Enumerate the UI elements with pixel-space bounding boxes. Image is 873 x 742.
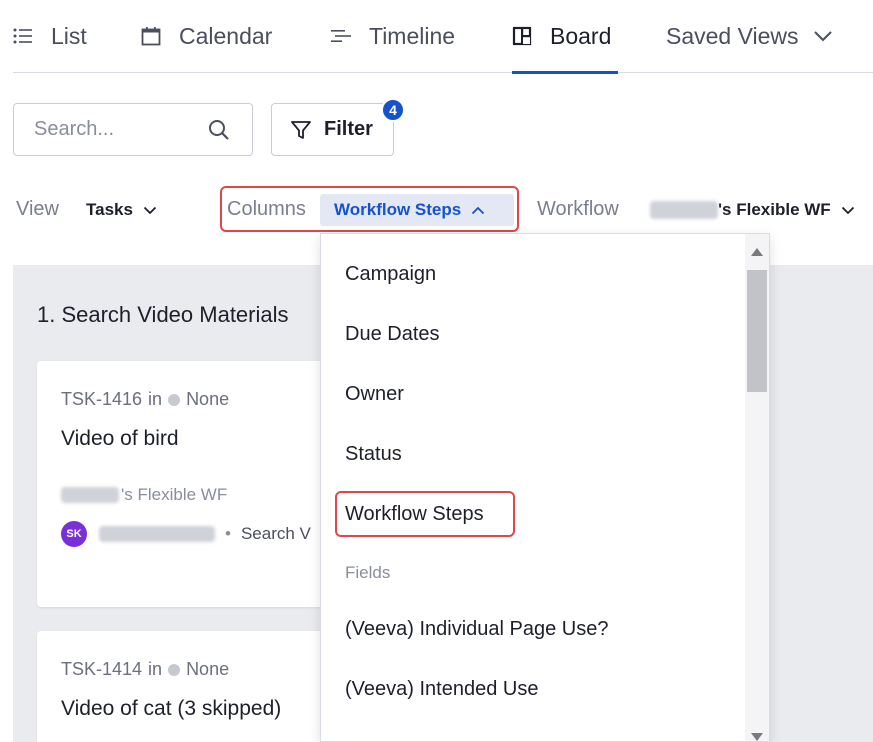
- workflow-select[interactable]: 's Flexible WF: [650, 200, 855, 220]
- task-status: None: [186, 389, 230, 409]
- menu-item-workflow-steps[interactable]: Workflow Steps: [345, 503, 484, 526]
- avatar: SK: [61, 521, 87, 547]
- board-column-title: 1. Search Video Materials: [37, 302, 289, 327]
- task-owner: SK • Search V: [61, 521, 311, 547]
- chevron-down-icon: [813, 30, 833, 42]
- menu-item-due-dates[interactable]: Due Dates: [345, 323, 440, 346]
- chevron-up-icon: [471, 206, 485, 215]
- view-tabs: List Calendar Timeline Board Saved Views: [13, 0, 873, 74]
- menu-item-campaign[interactable]: Campaign: [345, 263, 436, 286]
- task-workflow: 's Flexible WF: [61, 485, 227, 505]
- timeline-icon: [331, 26, 351, 46]
- menu-item-status[interactable]: Status: [345, 443, 402, 466]
- columns-select[interactable]: Workflow Steps: [320, 194, 514, 226]
- task-in-label: in: [148, 659, 163, 679]
- task-workflow-name: 's Flexible WF: [121, 485, 228, 504]
- redacted-name: [61, 487, 119, 503]
- status-dot-icon: [168, 663, 181, 676]
- view-label: View: [16, 198, 59, 220]
- list-icon: [13, 26, 33, 46]
- menu-item-owner[interactable]: Owner: [345, 383, 404, 406]
- task-id: TSK-1416: [61, 389, 143, 409]
- task-card[interactable]: TSK-1414 in None Video of cat (3 skipped…: [37, 631, 337, 742]
- tab-timeline-label: Timeline: [369, 22, 456, 49]
- board-options-row: View Tasks Columns Workflow Steps Workfl…: [0, 186, 873, 236]
- scrollbar-thumb[interactable]: [747, 270, 767, 392]
- task-card[interactable]: TSK-1416 in None Video of bird 's Flexib…: [37, 361, 337, 607]
- menu-section-fields: Fields: [345, 563, 391, 582]
- task-status: None: [186, 659, 230, 679]
- separator-dot-icon: •: [225, 524, 231, 543]
- task-title: Video of cat (3 skipped): [61, 697, 282, 720]
- workflow-label: Workflow: [537, 198, 619, 220]
- tab-calendar-label: Calendar: [179, 22, 273, 49]
- saved-views-label: Saved Views: [666, 22, 799, 49]
- calendar-icon: [141, 26, 161, 46]
- filter-count-badge: 4: [381, 98, 405, 122]
- task-meta: TSK-1414 in None: [61, 659, 229, 680]
- menu-item-field[interactable]: (Veeva) Individual Page Use?: [345, 618, 609, 641]
- chevron-down-icon: [143, 206, 157, 215]
- redacted-name: [650, 201, 718, 219]
- filter-label: Filter: [324, 118, 373, 140]
- search-box: [13, 103, 253, 156]
- task-in-label: in: [148, 389, 163, 409]
- scroll-down-arrow-icon[interactable]: [751, 733, 763, 741]
- redacted-owner-name: [99, 526, 215, 542]
- tab-list-label: List: [51, 22, 87, 49]
- tab-board-label: Board: [550, 22, 612, 49]
- tab-calendar[interactable]: Calendar: [141, 0, 272, 72]
- filter-button[interactable]: Filter: [271, 103, 394, 156]
- filter-icon: [290, 119, 312, 141]
- view-value: Tasks: [86, 200, 133, 219]
- saved-views-dropdown[interactable]: Saved Views: [666, 0, 833, 72]
- task-meta: TSK-1416 in None: [61, 389, 229, 410]
- tab-board[interactable]: Board: [512, 0, 618, 74]
- task-step: Search V: [240, 524, 311, 543]
- scrollbar[interactable]: [745, 234, 769, 741]
- columns-dropdown-menu: Campaign Due Dates Owner Status Workflow…: [320, 233, 770, 742]
- columns-label: Columns: [227, 198, 306, 220]
- view-select[interactable]: Tasks: [86, 200, 157, 220]
- task-id: TSK-1414: [61, 659, 143, 679]
- search-input[interactable]: [34, 118, 194, 141]
- task-title: Video of bird: [61, 427, 179, 450]
- chevron-down-icon: [841, 206, 855, 215]
- scroll-up-arrow-icon[interactable]: [751, 248, 763, 256]
- board-icon: [512, 26, 532, 46]
- menu-item-field[interactable]: (Veeva) Intended Use: [345, 678, 538, 701]
- tab-timeline[interactable]: Timeline: [331, 0, 455, 72]
- workflow-value: 's Flexible WF: [718, 200, 831, 219]
- status-dot-icon: [168, 393, 181, 406]
- columns-value: Workflow Steps: [334, 200, 462, 219]
- search-icon[interactable]: [208, 119, 230, 141]
- tab-list[interactable]: List: [13, 0, 87, 72]
